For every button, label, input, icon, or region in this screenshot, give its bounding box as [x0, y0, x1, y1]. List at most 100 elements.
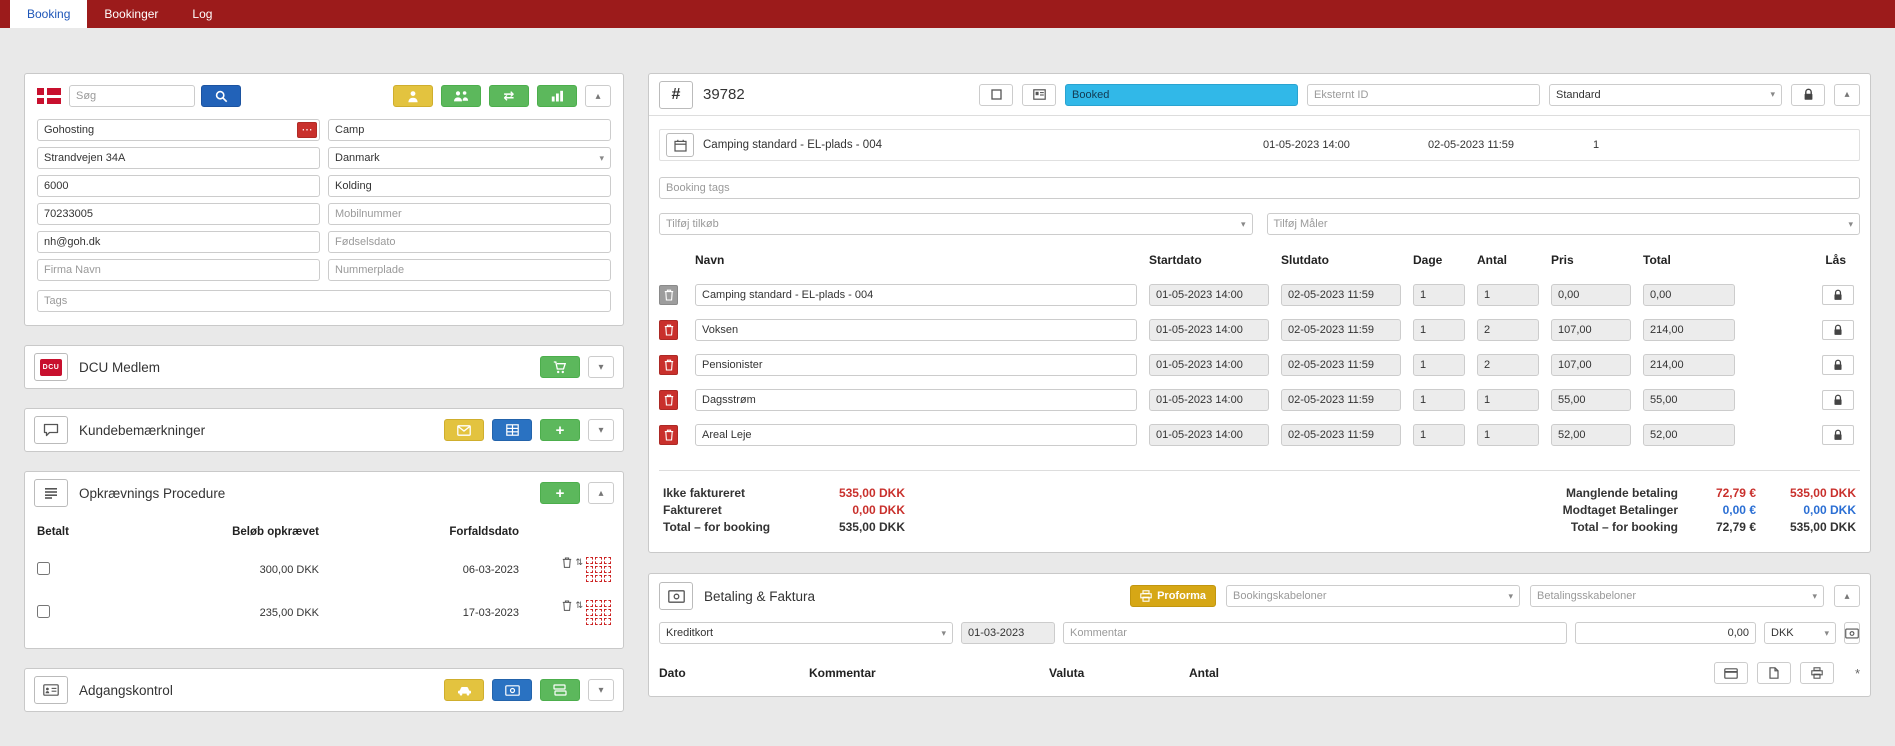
customer-profile-button[interactable] [393, 85, 433, 107]
line-total-input[interactable] [1643, 354, 1735, 376]
line-name-input[interactable] [695, 424, 1137, 446]
line-end-input[interactable] [1281, 284, 1401, 306]
line-qty-input[interactable] [1477, 319, 1539, 341]
access-expand-button[interactable]: ▾ [588, 679, 614, 701]
add-addon-select[interactable]: Tilføj tilkøb ▾ [659, 213, 1253, 235]
access-vehicle-button[interactable] [444, 679, 484, 701]
customer-collapse-button[interactable]: ▴ [585, 85, 611, 107]
payment-templates-select[interactable]: Betalingsskabeloner ▾ [1530, 585, 1824, 607]
line-start-input[interactable] [1149, 354, 1269, 376]
payment-collapse-button[interactable]: ▴ [1834, 585, 1860, 607]
line-total-input[interactable] [1643, 319, 1735, 341]
line-days-input[interactable] [1413, 424, 1465, 446]
payment-comment-input[interactable] [1063, 622, 1567, 644]
paid-checkbox[interactable] [37, 561, 50, 575]
collection-add-button[interactable]: + [540, 482, 580, 504]
line-days-input[interactable] [1413, 284, 1465, 306]
line-price-input[interactable] [1551, 424, 1631, 446]
tab-log[interactable]: Log [175, 0, 229, 28]
camp-field[interactable] [328, 119, 611, 141]
customer-name-field[interactable] [37, 119, 320, 141]
line-lock-button[interactable] [1822, 425, 1854, 445]
remarks-add-button[interactable]: + [540, 419, 580, 441]
delete-line-button[interactable] [659, 320, 678, 340]
tab-booking[interactable]: Booking [10, 0, 88, 28]
delete-line-button[interactable] [659, 390, 678, 410]
line-start-input[interactable] [1149, 284, 1269, 306]
payment-amount-input[interactable] [1575, 622, 1756, 644]
line-qty-input[interactable] [1477, 354, 1539, 376]
payment-method-select[interactable]: Kreditkort ▾ [659, 622, 953, 644]
transfer-button[interactable]: ⇄ [489, 85, 529, 107]
phone-field[interactable] [37, 203, 320, 225]
line-price-input[interactable] [1551, 284, 1631, 306]
delete-line-button[interactable] [659, 285, 678, 305]
line-price-input[interactable] [1551, 389, 1631, 411]
add-meter-select[interactable]: Tilføj Måler ▾ [1266, 213, 1860, 235]
line-qty-input[interactable] [1477, 424, 1539, 446]
line-qty-input[interactable] [1477, 284, 1539, 306]
email-field[interactable] [37, 231, 320, 253]
line-lock-button[interactable] [1822, 390, 1854, 410]
line-days-input[interactable] [1413, 389, 1465, 411]
line-total-input[interactable] [1643, 389, 1735, 411]
currency-select[interactable]: DKK ▾ [1764, 622, 1836, 644]
trash-icon[interactable] [562, 600, 572, 611]
register-payment-button[interactable] [1844, 622, 1860, 644]
proforma-button[interactable]: Proforma [1130, 585, 1216, 607]
search-button[interactable] [201, 85, 241, 107]
access-cards-button[interactable] [540, 679, 580, 701]
booking-status-field[interactable]: Booked [1065, 83, 1298, 106]
company-field[interactable] [37, 259, 320, 281]
sort-icon[interactable]: ⇅ [575, 557, 583, 567]
delete-line-button[interactable] [659, 425, 678, 445]
line-start-input[interactable] [1149, 389, 1269, 411]
line-end-input[interactable] [1281, 319, 1401, 341]
print-button[interactable] [1800, 662, 1834, 684]
line-price-input[interactable] [1551, 319, 1631, 341]
customer-tags-field[interactable] [37, 290, 611, 312]
external-id-input[interactable] [1307, 83, 1540, 106]
statistics-button[interactable] [537, 85, 577, 107]
zip-field[interactable] [37, 175, 320, 197]
invoice-document-button[interactable] [1757, 662, 1791, 684]
city-field[interactable] [328, 175, 611, 197]
line-total-input[interactable] [1643, 284, 1735, 306]
address-field[interactable] [37, 147, 320, 169]
line-total-input[interactable] [1643, 424, 1735, 446]
line-days-input[interactable] [1413, 354, 1465, 376]
payment-date-input[interactable] [961, 622, 1055, 644]
line-lock-button[interactable] [1822, 320, 1854, 340]
booking-type-select[interactable]: Standard ▾ [1549, 83, 1782, 106]
plate-field[interactable] [328, 259, 611, 281]
booked-unit-row[interactable]: Camping standard - EL-plads - 004 01-05-… [659, 129, 1860, 161]
line-days-input[interactable] [1413, 319, 1465, 341]
access-payment-button[interactable] [492, 679, 532, 701]
booking-tags-input[interactable] [659, 177, 1860, 199]
line-name-input[interactable] [695, 389, 1137, 411]
booking-collapse-button[interactable]: ▴ [1834, 83, 1860, 106]
line-start-input[interactable] [1149, 424, 1269, 446]
paid-checkbox[interactable] [37, 604, 50, 618]
card-payment-button[interactable] [1714, 662, 1748, 684]
collection-collapse-button[interactable]: ▴ [588, 482, 614, 504]
line-name-input[interactable] [695, 354, 1137, 376]
customer-search-input[interactable] [69, 85, 195, 107]
country-select[interactable]: Danmark ▾ [328, 147, 611, 169]
line-lock-button[interactable] [1822, 285, 1854, 305]
dcu-cart-button[interactable] [540, 356, 580, 378]
remarks-expand-button[interactable]: ▾ [588, 419, 614, 441]
line-name-input[interactable] [695, 319, 1137, 341]
trash-icon[interactable] [562, 557, 572, 568]
booking-templates-select[interactable]: Bookingskabeloner ▾ [1226, 585, 1520, 607]
line-start-input[interactable] [1149, 319, 1269, 341]
booking-select-button[interactable] [979, 83, 1013, 106]
booking-guest-card-button[interactable] [1022, 83, 1056, 106]
tab-bookinger[interactable]: Bookinger [87, 0, 175, 28]
customer-lookup-button[interactable]: ⋯ [297, 122, 317, 138]
line-end-input[interactable] [1281, 354, 1401, 376]
dcu-expand-button[interactable]: ▾ [588, 356, 614, 378]
mobile-field[interactable] [328, 203, 611, 225]
line-qty-input[interactable] [1477, 389, 1539, 411]
customer-group-button[interactable] [441, 85, 481, 107]
